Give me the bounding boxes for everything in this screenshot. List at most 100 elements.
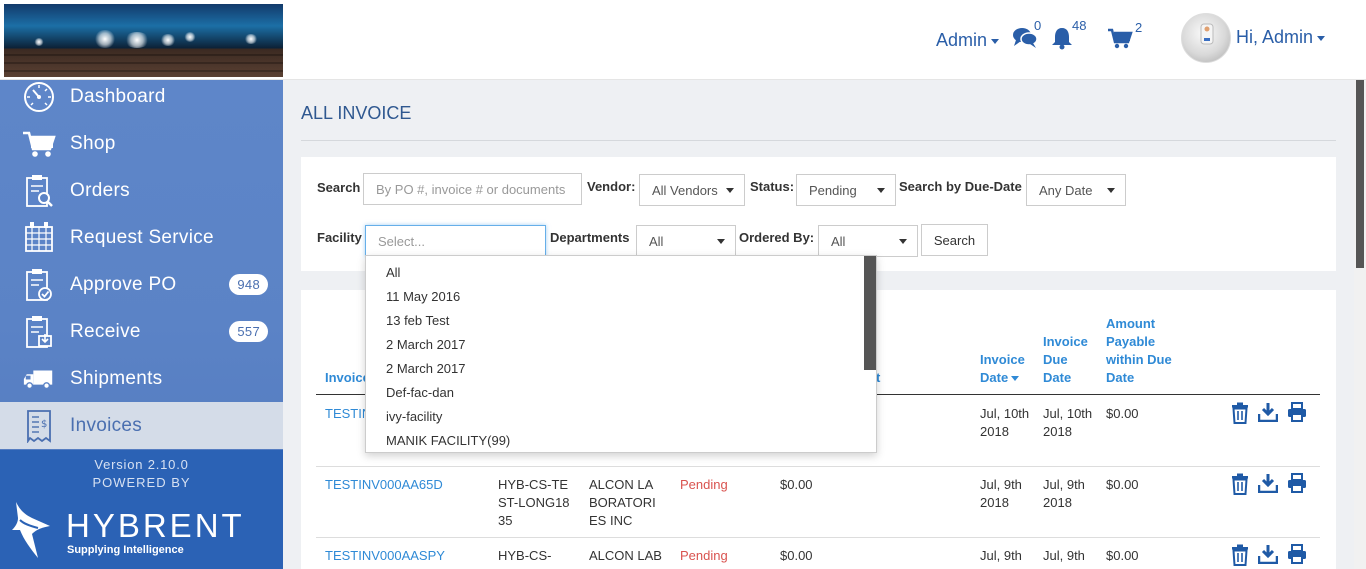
facility-select-placeholder: Select... bbox=[378, 233, 425, 249]
request-service-icon bbox=[22, 221, 56, 255]
status-select[interactable]: Pending bbox=[796, 174, 896, 206]
sidebar-item-label: Shop bbox=[70, 132, 116, 154]
column-header-invoice[interactable]: Invoice bbox=[325, 369, 370, 387]
due-date-select[interactable]: Any Date bbox=[1026, 174, 1126, 206]
sort-desc-icon bbox=[1011, 376, 1020, 382]
version-text: Version 2.10.0 bbox=[94, 457, 189, 472]
facility-option[interactable]: Def-fac-dan bbox=[386, 385, 454, 400]
invoice-date-cell: Jul, 10th 2018 bbox=[980, 406, 1030, 439]
scrollbar-thumb[interactable] bbox=[1356, 80, 1364, 268]
page-title: ALL INVOICE bbox=[301, 103, 412, 123]
trash-icon[interactable] bbox=[1230, 544, 1250, 569]
po-number-cell: HYB-CS- bbox=[498, 548, 552, 563]
payable-cell: $0.00 bbox=[1106, 406, 1139, 421]
invoice-icon: $ bbox=[22, 409, 56, 443]
chevron-down-icon bbox=[1317, 35, 1326, 41]
facility-select-input[interactable]: Select... bbox=[365, 225, 546, 257]
sidebar-item-shop[interactable]: Shop bbox=[0, 120, 283, 167]
download-icon[interactable] bbox=[1257, 473, 1279, 498]
status-label: Status: bbox=[750, 179, 795, 194]
sidebar-item-label: Invoices bbox=[70, 414, 143, 436]
sidebar-item-dashboard[interactable]: Dashboard bbox=[0, 73, 283, 120]
facility-option[interactable]: ivy-facility bbox=[386, 409, 442, 424]
brand-name: HYBRENT bbox=[66, 507, 245, 544]
status-select-value: Pending bbox=[809, 182, 857, 198]
sidebar-item-invoices[interactable]: $ Invoices bbox=[0, 402, 283, 449]
vendor-link[interactable]: ALCON LABORATORIES INC bbox=[589, 477, 656, 528]
hybrent-logo-icon bbox=[10, 500, 54, 565]
orders-clipboard-icon bbox=[22, 174, 56, 208]
admin-menu-dropdown[interactable]: Admin bbox=[936, 30, 1000, 51]
sidebar-item-label: Dashboard bbox=[70, 85, 166, 107]
sidebar-item-label: Shipments bbox=[70, 367, 163, 389]
vendor-cell[interactable]: ALCON LAB bbox=[589, 547, 662, 565]
column-header-amount-payable[interactable]: Amount Payable within Due Date bbox=[1106, 315, 1186, 387]
search-input[interactable]: By PO #, invoice # or documents bbox=[363, 173, 582, 205]
cart-count: 2 bbox=[1135, 20, 1143, 35]
search-button[interactable]: Search bbox=[921, 224, 988, 256]
vendor-cell[interactable]: ALCON LABORATORIES INC bbox=[589, 476, 661, 530]
ordered-by-label: Ordered By: bbox=[739, 230, 815, 245]
cart-icon[interactable] bbox=[1107, 28, 1133, 55]
due-date-cell: Jul, 9th bbox=[1043, 548, 1085, 563]
sidebar-item-receive[interactable]: Receive 557 bbox=[0, 308, 283, 355]
print-icon[interactable] bbox=[1287, 402, 1307, 427]
sidebar-item-label: Orders bbox=[70, 179, 130, 201]
trash-icon[interactable] bbox=[1230, 473, 1250, 500]
print-icon[interactable] bbox=[1287, 544, 1307, 569]
dropdown-scrollbar[interactable] bbox=[864, 256, 876, 370]
sidebar-nav: Dashboard Shop Orders Request Service Ap… bbox=[0, 80, 283, 569]
sidebar-item-label: Receive bbox=[70, 320, 141, 342]
status-cell: Pending bbox=[680, 477, 728, 492]
user-avatar[interactable] bbox=[1181, 13, 1231, 63]
amount-cell: $0.00 bbox=[780, 477, 813, 492]
receive-count-badge: 557 bbox=[229, 321, 268, 342]
facility-option[interactable]: 2 March 2017 bbox=[386, 337, 466, 352]
trash-icon[interactable] bbox=[1230, 402, 1250, 429]
download-icon[interactable] bbox=[1257, 402, 1279, 427]
sidebar-item-orders[interactable]: Orders bbox=[0, 167, 283, 214]
header-banner-image bbox=[4, 4, 283, 77]
sidebar-item-label: Approve PO bbox=[70, 273, 177, 295]
page-scrollbar[interactable] bbox=[1354, 80, 1366, 569]
invoice-number-link[interactable]: TESTINV000AASPY bbox=[325, 547, 445, 565]
due-date-label: Search by Due-Date bbox=[899, 179, 1022, 194]
facility-option[interactable]: 13 feb Test bbox=[386, 313, 449, 328]
vendor-select[interactable]: All Vendors bbox=[639, 174, 745, 206]
sidebar-item-label: Request Service bbox=[70, 226, 214, 248]
ordered-by-select-value: All bbox=[831, 233, 846, 249]
user-menu-dropdown[interactable]: Hi, Admin bbox=[1236, 27, 1326, 48]
facility-option[interactable]: MANIK FACILITY(99) bbox=[386, 433, 510, 448]
column-header-invoice-date[interactable]: Invoice Date bbox=[980, 351, 1030, 387]
amount-cell: $0.00 bbox=[780, 548, 813, 563]
sidebar-item-request-service[interactable]: Request Service bbox=[0, 214, 283, 261]
facility-option[interactable]: All bbox=[386, 265, 400, 280]
invoice-date-cell: Jul, 9th 2018 bbox=[980, 477, 1022, 510]
chevron-down-icon bbox=[726, 188, 734, 193]
receive-clipboard-icon bbox=[22, 315, 56, 349]
facility-option[interactable]: 2 March 2017 bbox=[386, 361, 466, 376]
dashboard-gauge-icon bbox=[22, 80, 56, 114]
sidebar-item-shipments[interactable]: Shipments bbox=[0, 355, 283, 402]
vendor-label: Vendor: bbox=[587, 179, 636, 194]
invoice-number-link[interactable]: TESTINV000AA65D bbox=[325, 476, 443, 494]
facility-option[interactable]: 11 May 2016 bbox=[386, 289, 460, 304]
row-divider bbox=[316, 537, 1320, 538]
chevron-down-icon bbox=[991, 38, 1000, 44]
sidebar-item-approve-po[interactable]: Approve PO 948 bbox=[0, 261, 283, 308]
download-icon[interactable] bbox=[1257, 544, 1279, 569]
vendor-link[interactable]: ALCON LAB bbox=[589, 548, 662, 563]
powered-by-text: POWERED BY bbox=[92, 475, 191, 490]
ordered-by-select[interactable]: All bbox=[818, 225, 918, 257]
payable-cell: $0.00 bbox=[1106, 477, 1139, 492]
print-icon[interactable] bbox=[1287, 473, 1307, 498]
column-header-invoice-due-date[interactable]: Invoice Due Date bbox=[1043, 333, 1093, 387]
due-date-cell: Jul, 10th 2018 bbox=[1043, 406, 1093, 439]
bell-icon[interactable] bbox=[1050, 26, 1074, 55]
facility-label: Facility bbox=[317, 230, 362, 245]
chevron-down-icon bbox=[877, 188, 885, 193]
messages-count: 0 bbox=[1034, 18, 1042, 33]
departments-label: Departments bbox=[550, 230, 630, 245]
departments-select[interactable]: All bbox=[636, 225, 736, 257]
row-divider bbox=[316, 466, 1320, 467]
